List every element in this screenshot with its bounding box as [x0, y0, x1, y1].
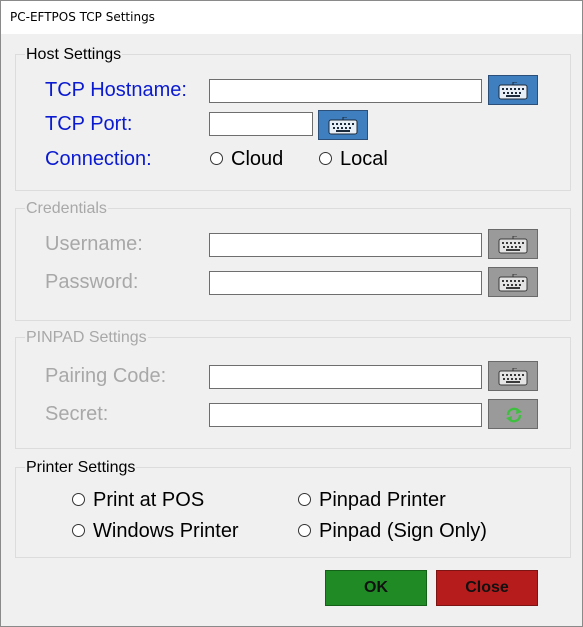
keyboard-icon — [328, 117, 358, 135]
secret-label: Secret: — [45, 403, 109, 425]
username-label: Username: — [45, 233, 143, 255]
username-keyboard-button[interactable] — [488, 229, 538, 259]
printer-settings-legend: Printer Settings — [25, 459, 137, 477]
settings-window: PC-EFTPOS TCP Settings Host Settings TCP… — [0, 0, 583, 627]
password-label: Password: — [45, 271, 139, 293]
print-at-pos-radio[interactable] — [72, 493, 85, 506]
tcp-port-label: TCP Port: — [45, 113, 133, 135]
pinpad-printer-radio[interactable] — [298, 493, 311, 506]
host-settings-legend: Host Settings — [25, 46, 123, 64]
password-input[interactable] — [209, 271, 482, 295]
pinpad-sign-only-label[interactable]: Pinpad (Sign Only) — [319, 519, 487, 543]
pinpad-settings-legend: PINPAD Settings — [25, 329, 148, 347]
pairing-code-label: Pairing Code: — [45, 365, 167, 387]
windows-printer-label[interactable]: Windows Printer — [93, 519, 239, 543]
windows-printer-radio[interactable] — [72, 524, 85, 537]
tcp-hostname-input[interactable] — [209, 79, 482, 103]
credentials-group: Credentials — [15, 200, 571, 321]
cloud-radio[interactable] — [210, 152, 223, 165]
keyboard-icon — [498, 236, 528, 254]
tcp-hostname-label: TCP Hostname: — [45, 79, 187, 101]
pairing-keyboard-button[interactable] — [488, 361, 538, 391]
tcp-port-input[interactable] — [209, 112, 313, 136]
pairing-code-input[interactable] — [209, 365, 482, 389]
printer-settings-group: Printer Settings — [15, 459, 571, 558]
credentials-legend: Credentials — [25, 200, 108, 218]
keyboard-icon — [498, 368, 528, 386]
pinpad-printer-label[interactable]: Pinpad Printer — [319, 488, 446, 512]
keyboard-icon — [498, 274, 528, 292]
secret-input[interactable] — [209, 403, 482, 427]
refresh-icon — [506, 407, 522, 423]
print-at-pos-label[interactable]: Print at POS — [93, 488, 204, 512]
keyboard-icon — [498, 82, 528, 100]
pinpad-settings-group: PINPAD Settings — [15, 329, 571, 449]
window-title: PC-EFTPOS TCP Settings — [10, 10, 155, 24]
close-button[interactable]: Close — [436, 570, 538, 606]
title-bar: PC-EFTPOS TCP Settings — [1, 1, 582, 34]
port-keyboard-button[interactable] — [318, 110, 368, 140]
username-input[interactable] — [209, 233, 482, 257]
password-keyboard-button[interactable] — [488, 267, 538, 297]
pinpad-sign-only-radio[interactable] — [298, 524, 311, 537]
hostname-keyboard-button[interactable] — [488, 75, 538, 105]
generate-secret-button[interactable] — [488, 399, 538, 429]
cloud-radio-label[interactable]: Cloud — [231, 147, 283, 171]
local-radio-label[interactable]: Local — [340, 147, 388, 171]
ok-button[interactable]: OK — [325, 570, 427, 606]
local-radio[interactable] — [319, 152, 332, 165]
connection-label: Connection: — [45, 148, 152, 170]
